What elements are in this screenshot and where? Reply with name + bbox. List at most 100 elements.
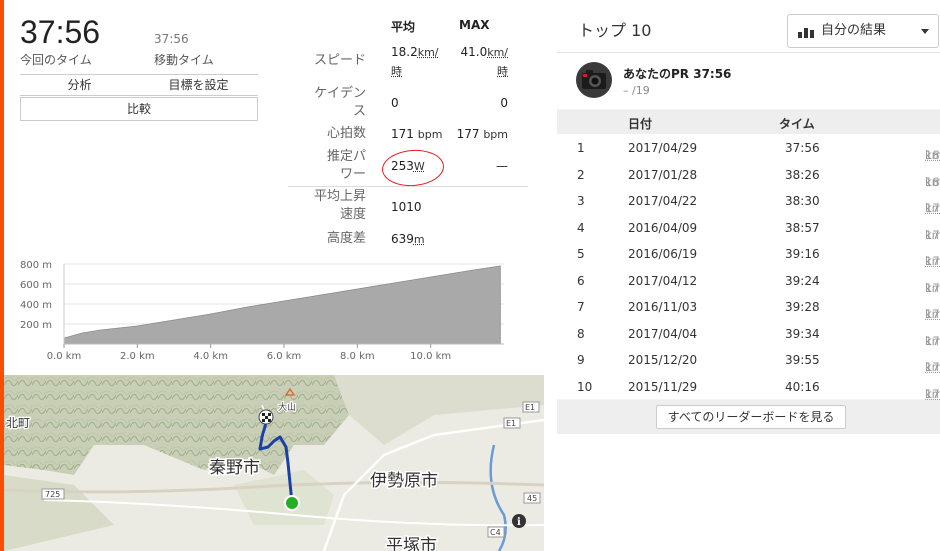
- row-date[interactable]: 2016/11/03: [628, 300, 697, 314]
- y-tick-label: 200 m: [20, 320, 52, 331]
- elapsed-time: 37:56: [20, 14, 101, 50]
- stat-label-heartrate: 心拍数: [326, 126, 366, 141]
- moving-time: 37:56: [154, 32, 189, 46]
- table-row[interactable]: 52016/06/1939:1617.6km/時: [557, 240, 940, 283]
- finish-marker[interactable]: [258, 409, 274, 425]
- view-all-leaderboards-button[interactable]: すべてのリーダーボードを見る: [656, 405, 846, 429]
- stat-max-speed: 41.0km/時: [460, 45, 508, 78]
- row-date[interactable]: 2016/06/19: [628, 247, 697, 261]
- compare-button[interactable]: 比較: [20, 97, 258, 121]
- route-map[interactable]: 秦野市 伊勢原市 平塚市 北町 大山 725 E1 E1 45 C4 i: [4, 375, 544, 551]
- row-time: 37:56: [785, 141, 820, 155]
- pr-title: あなたのPR 37:56: [623, 67, 732, 81]
- stat-avg-speed: 18.2km/時: [391, 45, 439, 78]
- stat-avg-cadence: 0: [391, 96, 399, 110]
- results-filter-dropdown[interactable]: 自分の結果: [787, 14, 939, 48]
- stats-divider: [288, 186, 528, 187]
- row-time: 39:16: [785, 247, 820, 261]
- map-label-hadano: 秦野市: [209, 458, 260, 478]
- route-sign-e1-top: E1: [525, 403, 535, 412]
- table-row[interactable]: 22017/01/2838:2618.0km/時: [557, 160, 940, 204]
- pr-subtitle: – /19: [623, 84, 650, 97]
- row-date[interactable]: 2017/04/22: [628, 194, 697, 208]
- svg-text:i: i: [517, 517, 521, 528]
- row-time: 38:57: [785, 220, 820, 235]
- row-date[interactable]: 2017/04/04: [628, 327, 697, 341]
- table-row[interactable]: 62017/04/1239:2417.5km/時: [557, 266, 940, 310]
- stat-avg-vam: 1010: [391, 200, 422, 214]
- row-time: 40:16: [785, 379, 820, 394]
- row-time: 39:24: [785, 273, 820, 288]
- top10-title: トップ 10: [578, 21, 652, 40]
- row-time: 39:34: [785, 326, 820, 341]
- x-tick-label: 0.0 km: [47, 351, 82, 362]
- avg-header: 平均: [391, 20, 416, 34]
- row-date[interactable]: 2015/12/20: [628, 353, 697, 367]
- row-rank: 1: [577, 141, 585, 155]
- map-label-kitamachi: 北町: [6, 416, 30, 430]
- table-row[interactable]: 42016/04/0938:5717.7km/時: [557, 213, 940, 257]
- table-row[interactable]: 82017/04/0439:3417.5km/時: [557, 319, 940, 363]
- bar-chart-icon: [798, 28, 814, 38]
- moving-time-label: 移動タイム: [154, 53, 214, 67]
- row-rank: 5: [577, 247, 585, 261]
- set-goal-button[interactable]: 目標を設定: [139, 75, 258, 95]
- route-sign-e1: E1: [506, 419, 516, 428]
- max-header: MAX: [459, 18, 490, 32]
- results-filter-label: 自分の結果: [821, 23, 887, 38]
- elevation-area: [63, 265, 501, 345]
- route-sign-45: 45: [527, 494, 537, 503]
- avatar: [576, 62, 612, 98]
- y-tick-label: 400 m: [20, 300, 52, 311]
- x-tick-label: 8.0 km: [340, 351, 375, 362]
- row-rank: 10: [577, 379, 593, 394]
- table-row[interactable]: 32017/04/2238:3017.9km/時: [557, 187, 940, 230]
- row-date[interactable]: 2017/01/28: [628, 168, 697, 182]
- row-rank: 8: [577, 326, 585, 341]
- analysis-button[interactable]: 分析: [20, 75, 139, 95]
- stat-max-cadence: 0: [500, 96, 508, 110]
- info-icon[interactable]: i: [512, 514, 526, 528]
- start-marker[interactable]: [284, 495, 300, 511]
- x-tick-label: 4.0 km: [193, 351, 228, 362]
- column-time: タイム: [779, 117, 815, 131]
- row-rank: 9: [577, 353, 585, 367]
- stat-max-power: —: [496, 159, 508, 173]
- row-date[interactable]: 2015/11/29: [628, 380, 697, 394]
- annotation-circle: [380, 147, 446, 189]
- row-rank: 2: [577, 167, 585, 182]
- map-label-oyama: 大山: [278, 401, 296, 413]
- elapsed-time-label: 今回のタイム: [20, 53, 92, 67]
- map-label-hiratsuka: 平塚市: [386, 536, 437, 551]
- table-row[interactable]: 12017/04/2937:5618.2km/時: [557, 134, 940, 177]
- row-rank: 7: [577, 300, 585, 314]
- table-row[interactable]: 72016/11/0339:2817.5km/時: [557, 293, 940, 336]
- row-date[interactable]: 2017/04/29: [628, 141, 697, 155]
- leaderboard-header: 日付 タイム: [557, 110, 940, 134]
- stat-label-elevation: 高度差: [326, 231, 366, 246]
- row-rank: 6: [577, 273, 585, 288]
- leaderboard-rows: 12017/04/2937:5618.2km/時22017/01/2838:26…: [557, 134, 940, 416]
- stat-avg-elevation: 639m: [391, 232, 425, 246]
- stat-label-speed: スピード: [313, 53, 366, 68]
- route-sign-725: 725: [45, 490, 60, 499]
- row-date[interactable]: 2017/04/12: [628, 274, 697, 288]
- x-tick-label: 6.0 km: [267, 351, 302, 362]
- elevation-chart: 200 m 400 m 600 m 800 m 0.0 km 2.0 km 4.0 km 6.…: [20, 260, 504, 362]
- map-canvas: 秦野市 伊勢原市 平塚市 北町 大山 725 E1 E1 45 C4 i: [4, 375, 544, 551]
- route-sign-c4: C4: [490, 528, 501, 537]
- y-tick-label: 800 m: [20, 260, 52, 271]
- table-row[interactable]: 102015/11/2940:1617.2km/時: [557, 372, 940, 416]
- pr-box: [557, 53, 940, 109]
- row-time: 38:30: [785, 194, 820, 208]
- stat-avg-heartrate: 171 bpm: [391, 127, 443, 141]
- column-date: 日付: [628, 117, 653, 131]
- chevron-down-icon: [921, 29, 929, 34]
- stat-max-heartrate: 177 bpm: [456, 127, 508, 141]
- row-rank: 4: [577, 220, 585, 235]
- stat-label-cadence: ケイデンス: [314, 86, 366, 119]
- table-row[interactable]: 92015/12/2039:5517.3km/時: [557, 346, 940, 389]
- row-date[interactable]: 2016/04/09: [628, 221, 697, 235]
- row-rank: 3: [577, 194, 585, 208]
- y-tick-label: 600 m: [20, 280, 52, 291]
